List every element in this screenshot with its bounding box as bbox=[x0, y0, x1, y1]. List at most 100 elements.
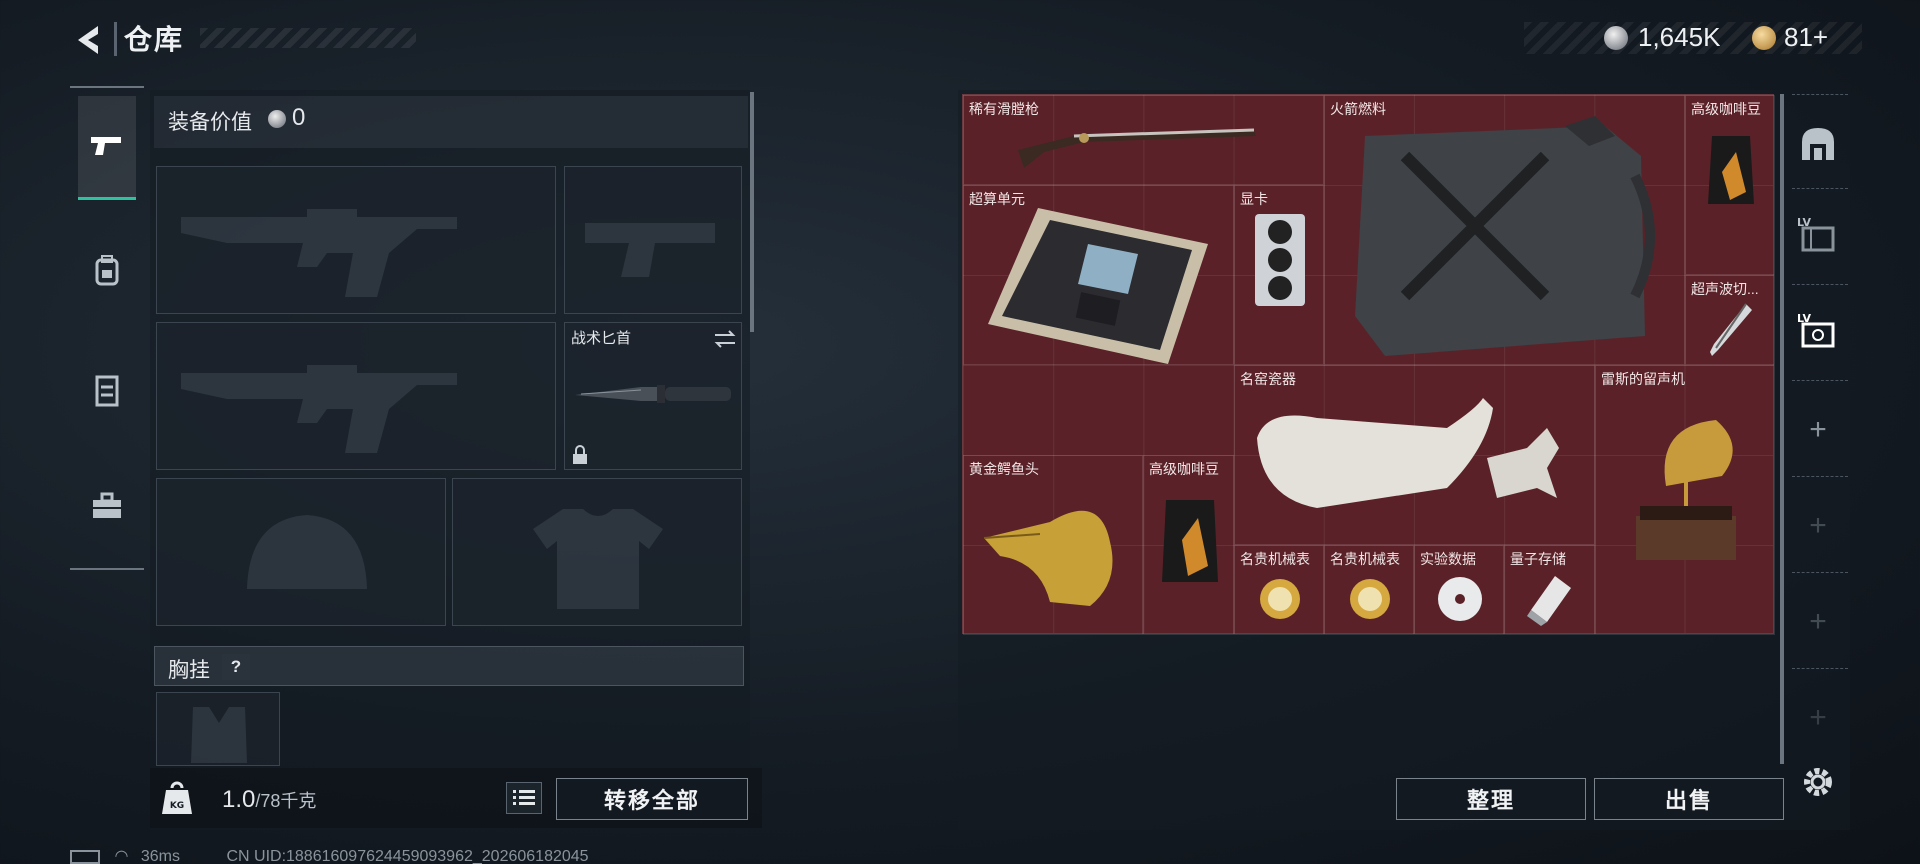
item-label: 名贵机械表 bbox=[1240, 551, 1310, 567]
tab-backpack[interactable] bbox=[78, 218, 136, 322]
sidebar-separator bbox=[1792, 572, 1848, 573]
item-label: 黄金鳄鱼头 bbox=[969, 461, 1039, 477]
jerry-can-icon bbox=[1355, 116, 1655, 356]
plus-icon: + bbox=[1809, 509, 1827, 542]
coffee-bag-icon bbox=[1708, 136, 1754, 204]
stash-item-gramophone[interactable]: 雷斯的留声机 bbox=[1595, 365, 1775, 635]
sidebar-container-tab-1[interactable]: LV bbox=[1794, 210, 1842, 258]
stash-item-golden-crocodile-head[interactable]: 黄金鳄鱼头 bbox=[963, 455, 1143, 635]
gold-coin-icon bbox=[1752, 26, 1776, 50]
swap-icon[interactable] bbox=[713, 329, 737, 349]
silver-currency-amount: 1,645K bbox=[1638, 22, 1721, 52]
equipment-coin-icon bbox=[268, 110, 286, 128]
sidebar-separator bbox=[1792, 476, 1848, 477]
list-icon bbox=[513, 790, 535, 805]
sidebar-add-button[interactable]: + bbox=[1794, 502, 1842, 550]
stash-item-musket[interactable]: 稀有滑膛枪 bbox=[963, 95, 1324, 185]
tab-toolbox[interactable] bbox=[78, 454, 136, 558]
stash-item-luxury-watch[interactable]: 名贵机械表 bbox=[1324, 545, 1414, 635]
equipment-value-label: 装备价值 bbox=[168, 111, 252, 134]
sidebar-separator bbox=[1792, 380, 1848, 381]
disc-icon bbox=[1438, 577, 1482, 621]
uid-text: CN UID:18861609762445909396​2_2026061820… bbox=[226, 848, 589, 864]
transfer-all-button[interactable]: 转移全部 bbox=[556, 778, 748, 820]
item-label: 高级咖啡豆 bbox=[1691, 101, 1761, 117]
tab-vest[interactable] bbox=[78, 338, 136, 442]
sidebar-add-button[interactable]: + bbox=[1794, 406, 1842, 454]
sidebar-add-button[interactable]: + bbox=[1794, 694, 1842, 742]
silver-coin-icon bbox=[1604, 26, 1628, 50]
rifle-silhouette-icon bbox=[181, 365, 457, 453]
helmet-slot[interactable] bbox=[156, 478, 446, 626]
equipment-scrollbar[interactable] bbox=[750, 92, 754, 332]
gpu-icon bbox=[1255, 214, 1305, 306]
sidebar-add-button[interactable]: + bbox=[1794, 598, 1842, 646]
stash-grid: 稀有滑膛枪 火箭燃料 高级咖啡豆 超算单元 显卡 超声波切... 名窑瓷器 雷斯… bbox=[962, 94, 1775, 635]
item-label: 超声波切... bbox=[1691, 281, 1759, 297]
stash-item-luxury-watch[interactable]: 名贵机械表 bbox=[1234, 545, 1324, 635]
sidebar-separator bbox=[1792, 94, 1848, 95]
battery-icon bbox=[70, 849, 100, 864]
melee-slot[interactable]: 战术匕首 bbox=[564, 322, 742, 470]
pistol-icon bbox=[91, 136, 121, 155]
tactical-knife-icon bbox=[575, 385, 731, 403]
tab-weapons[interactable] bbox=[78, 96, 136, 200]
help-icon[interactable]: ? bbox=[222, 654, 250, 680]
watch-icon bbox=[1260, 579, 1300, 619]
weight-max: /78千克 bbox=[255, 791, 317, 811]
stash-item-porcelain[interactable]: 名窑瓷器 bbox=[1234, 365, 1595, 545]
stash-item-ultrasonic-cutter[interactable]: 超声波切... bbox=[1685, 275, 1775, 365]
stash-item-quantum-storage[interactable]: 量子存储 bbox=[1504, 545, 1595, 635]
equipment-value: 0 bbox=[292, 104, 306, 131]
status-bar: ◠ 36ms CN UID:18861609762445909396​2_202… bbox=[70, 846, 589, 864]
chest-rig-silhouette-icon bbox=[191, 707, 247, 763]
stash-item-rocket-fuel[interactable]: 火箭燃料 bbox=[1324, 95, 1685, 365]
sidearm-slot[interactable] bbox=[564, 166, 742, 314]
armor-silhouette-icon bbox=[533, 509, 663, 609]
back-arrow-icon bbox=[78, 26, 98, 54]
backpack-icon bbox=[95, 255, 119, 286]
sidebar-container-tab-2[interactable]: LV bbox=[1794, 306, 1842, 354]
stash-item-graphics-card[interactable]: 显卡 bbox=[1234, 185, 1324, 365]
armor-slot[interactable] bbox=[452, 478, 742, 626]
stash-item-coffee-beans[interactable]: 高级咖啡豆 bbox=[1143, 455, 1234, 635]
gear-icon bbox=[1804, 768, 1832, 796]
stash-item-coffee-beans[interactable]: 高级咖啡豆 bbox=[1685, 95, 1775, 275]
stash-arch-icon bbox=[1802, 128, 1834, 160]
gold-currency-amount[interactable]: 81+ bbox=[1784, 22, 1828, 53]
item-label: 名贵机械表 bbox=[1330, 551, 1400, 567]
sidebar-stash-tab[interactable] bbox=[1794, 120, 1842, 168]
pistol-silhouette-icon bbox=[585, 223, 715, 277]
rifle-silhouette-icon bbox=[181, 209, 457, 297]
stash-scrollbar[interactable] bbox=[1780, 94, 1784, 764]
stash-item-supercomputing-unit[interactable]: 超算单元 bbox=[963, 185, 1234, 365]
ping-value: 36ms bbox=[140, 848, 180, 864]
settings-button[interactable] bbox=[1794, 758, 1842, 806]
porcelain-vase-icon bbox=[1257, 398, 1559, 508]
toolbox-icon bbox=[93, 492, 121, 518]
back-button[interactable] bbox=[70, 20, 110, 60]
sell-button[interactable]: 出售 bbox=[1594, 778, 1784, 820]
item-label: 名窑瓷器 bbox=[1240, 371, 1296, 387]
watch-icon bbox=[1350, 579, 1390, 619]
chest-rig-slot[interactable] bbox=[156, 692, 280, 766]
item-label: 实验数据 bbox=[1420, 551, 1476, 567]
musket-icon bbox=[1018, 128, 1256, 168]
list-view-button[interactable] bbox=[506, 782, 542, 814]
secondary-weapon-slot[interactable] bbox=[156, 322, 556, 470]
usb-drive-icon bbox=[1527, 576, 1571, 626]
stash-item-experiment-data[interactable]: 实验数据 bbox=[1414, 545, 1504, 635]
weight-kg-icon: KG bbox=[162, 781, 192, 814]
sidebar-separator bbox=[1792, 284, 1848, 285]
weight-current: 1.0 bbox=[222, 786, 256, 813]
primary-weapon-slot[interactable] bbox=[156, 166, 556, 314]
container-lv-active-icon: LV bbox=[1797, 312, 1835, 348]
container-lv-icon: LV bbox=[1797, 216, 1835, 252]
circuit-board-icon bbox=[988, 208, 1208, 364]
coffee-bag-icon bbox=[1162, 500, 1218, 582]
title-decoration bbox=[200, 28, 416, 48]
lock-icon bbox=[573, 445, 587, 464]
plus-icon: + bbox=[1809, 605, 1827, 638]
sort-button[interactable]: 整理 bbox=[1396, 778, 1586, 820]
helmet-silhouette-icon bbox=[247, 515, 367, 589]
